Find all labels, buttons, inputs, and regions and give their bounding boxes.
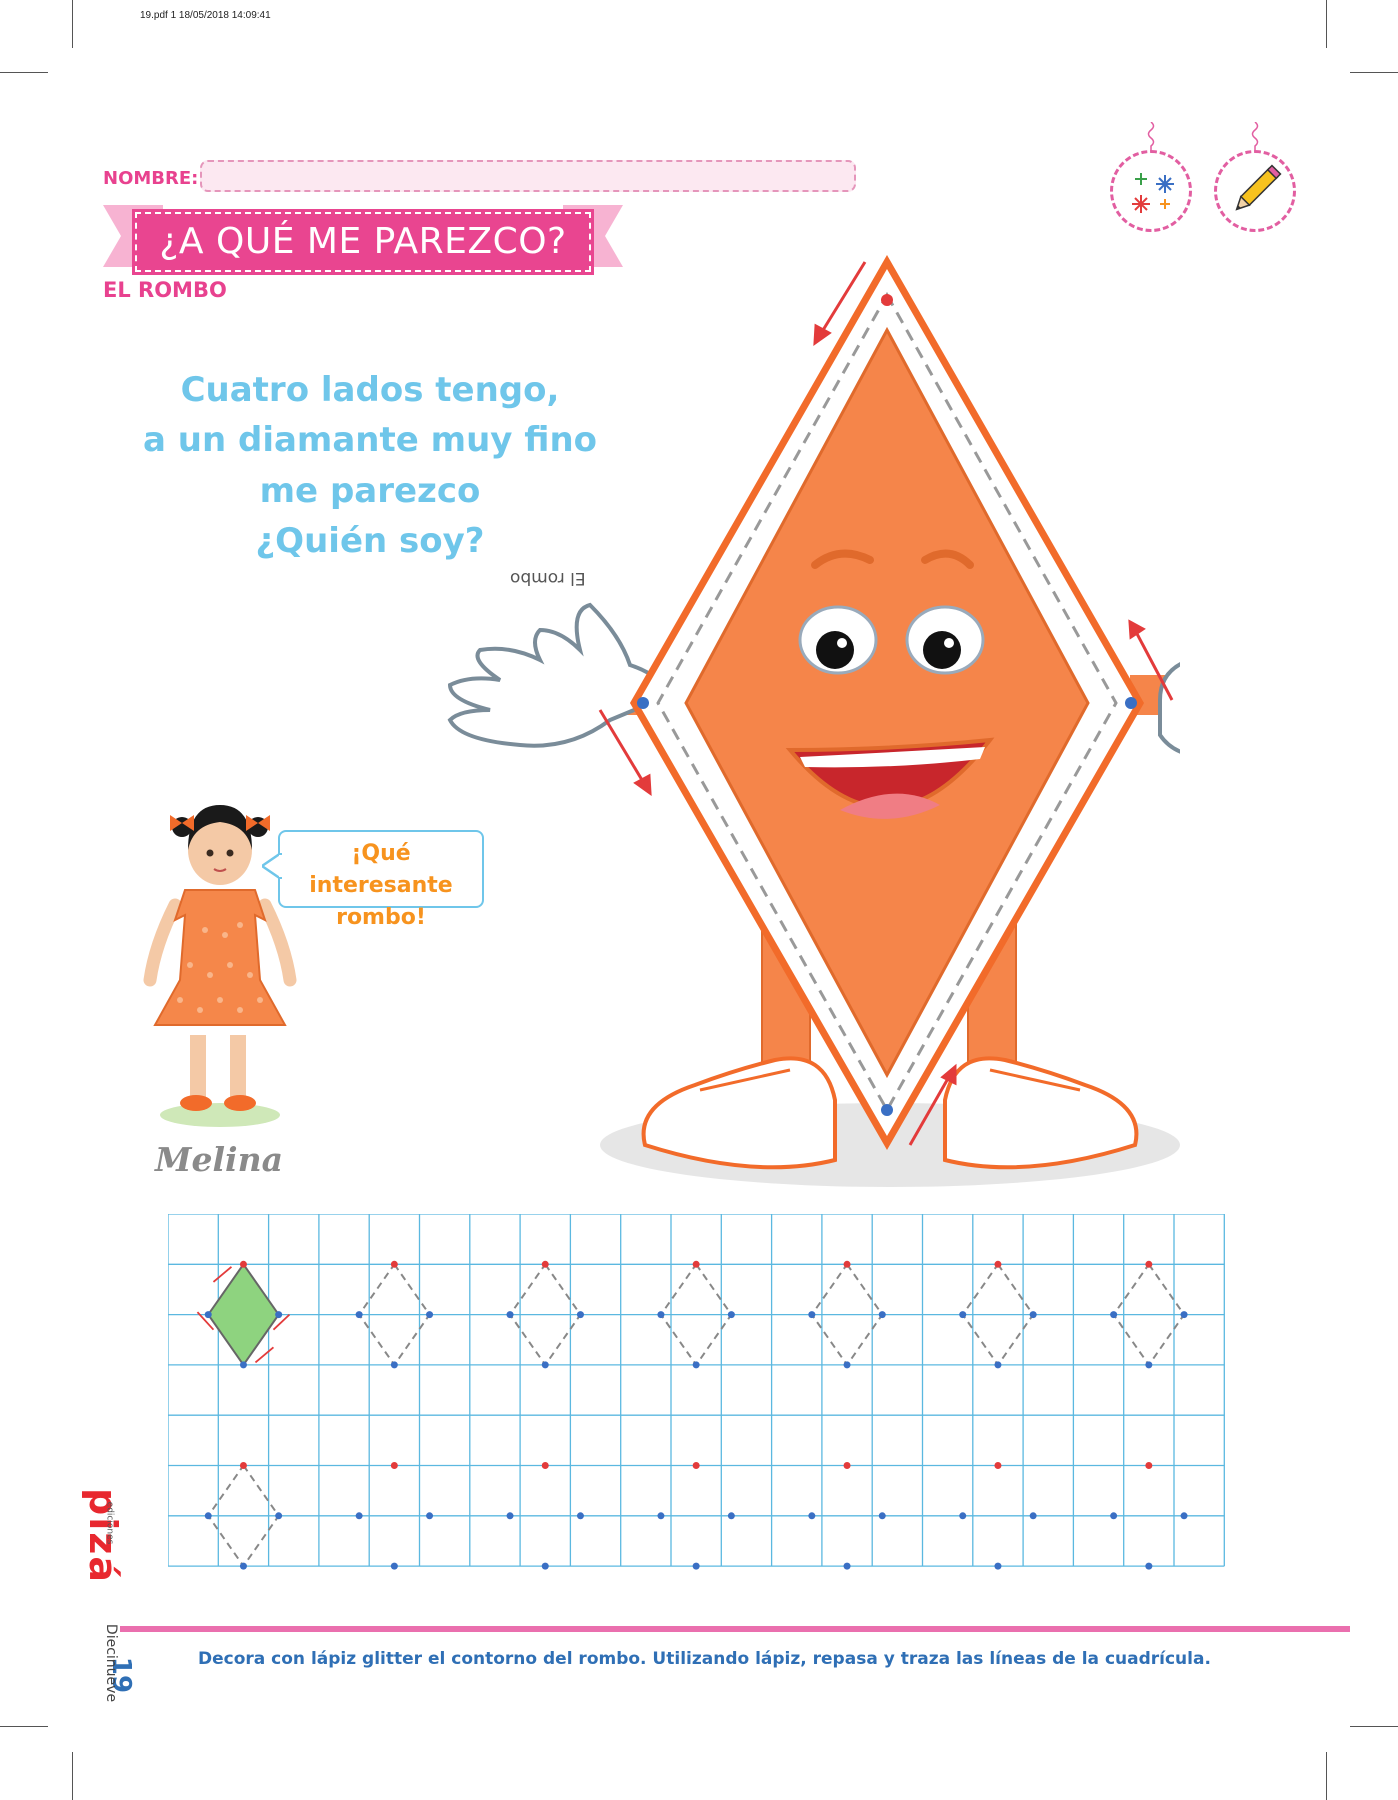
print-info: 19.pdf 1 18/05/2018 14:09:41: [140, 10, 271, 21]
dot-blue: [657, 1512, 665, 1520]
dot-red: [994, 1462, 1002, 1469]
dot-blue: [843, 1562, 851, 1570]
dot-red: [692, 1260, 700, 1268]
hanging-string: [1251, 122, 1259, 152]
footer-divider: [120, 1626, 1350, 1632]
speech-line: rombo!: [336, 905, 426, 930]
dot-red: [390, 1260, 398, 1268]
pencil-badge: [1214, 150, 1296, 232]
speech-bubble: ¡Qué interesante rombo!: [278, 830, 484, 930]
dot-blue: [204, 1311, 212, 1319]
dot-blue: [390, 1361, 398, 1369]
crop-mark: [0, 72, 48, 73]
left-shoe: [641, 1056, 837, 1170]
dot-blue: [204, 1512, 212, 1520]
dot-blue: [239, 1361, 247, 1369]
open-hand: [447, 602, 673, 748]
dot-blue: [1145, 1361, 1153, 1369]
dot-blue: [426, 1311, 434, 1319]
dot-blue: [355, 1311, 363, 1319]
direction-arrow: [254, 1346, 275, 1364]
crop-mark: [0, 1726, 48, 1727]
crop-mark: [1350, 72, 1398, 73]
dot-red: [541, 1462, 549, 1469]
dot-blue: [275, 1311, 283, 1319]
dot-blue: [576, 1512, 584, 1520]
speech-bubble-tail: [262, 853, 282, 879]
dot-red: [239, 1462, 247, 1469]
dot-red: [692, 1462, 700, 1469]
dot-blue: [275, 1512, 283, 1520]
dot-blue: [1145, 1562, 1153, 1570]
crop-mark: [1326, 0, 1327, 48]
dot-red: [390, 1462, 398, 1469]
dot-blue: [1029, 1311, 1037, 1319]
dot-red: [843, 1260, 851, 1268]
dot-blue: [541, 1562, 549, 1570]
dot-blue: [541, 1361, 549, 1369]
tracing-grid[interactable]: [168, 1214, 1228, 1594]
right-shoe: [943, 1056, 1139, 1170]
dot-blue: [959, 1512, 967, 1520]
dot-blue: [1029, 1512, 1037, 1520]
dot-blue: [390, 1562, 398, 1570]
speech-line: ¡Qué interesante: [309, 841, 453, 898]
crop-mark: [1350, 1726, 1398, 1727]
name-label: NOMBRE:: [103, 168, 199, 189]
dot-blue: [727, 1311, 735, 1319]
dot-blue: [506, 1512, 514, 1520]
pencil-icon: [1235, 164, 1282, 211]
dot-blue: [1180, 1512, 1188, 1520]
hanging-string: [1147, 122, 1155, 152]
dot-red: [541, 1260, 549, 1268]
sparkles-icon: [1132, 173, 1174, 213]
dot-blue: [994, 1562, 1002, 1570]
dot-blue: [355, 1512, 363, 1520]
dot-blue: [1180, 1311, 1188, 1319]
page-number-word: Diecinueve: [103, 1623, 120, 1703]
glitter-badge: [1110, 150, 1192, 232]
dot-blue: [959, 1311, 967, 1319]
dot-blue: [727, 1512, 735, 1520]
dot-red: [843, 1462, 851, 1469]
page-subtitle: EL ROMBO: [103, 278, 227, 302]
dot-blue: [506, 1311, 514, 1319]
dot-blue: [657, 1311, 665, 1319]
dot-blue: [1110, 1311, 1118, 1319]
dot-red: [994, 1260, 1002, 1268]
dot-blue: [878, 1512, 886, 1520]
dot-blue: [1110, 1512, 1118, 1520]
dot-blue: [808, 1512, 816, 1520]
dot-blue: [576, 1311, 584, 1319]
dot-blue: [692, 1562, 700, 1570]
dot-blue: [426, 1512, 434, 1520]
dot-blue: [994, 1361, 1002, 1369]
crop-mark: [72, 1752, 73, 1800]
dot-blue: [808, 1311, 816, 1319]
name-field[interactable]: [200, 160, 856, 192]
dot-blue: [692, 1361, 700, 1369]
dot-red: [239, 1260, 247, 1268]
dot-blue: [239, 1562, 247, 1570]
crop-mark: [72, 0, 73, 48]
dot-red: [1145, 1462, 1153, 1469]
brand-subtitle: ediciones: [104, 1501, 115, 1545]
direction-arrow: [212, 1266, 233, 1283]
rhombus-character: [447, 255, 1180, 1187]
instructions-text: Decora con lápiz glitter el contorno del…: [198, 1649, 1211, 1669]
crop-mark: [1326, 1752, 1327, 1800]
dot-blue: [878, 1311, 886, 1319]
dot-red: [1145, 1260, 1153, 1268]
girl-name: Melina: [155, 1140, 283, 1179]
dot-blue: [843, 1361, 851, 1369]
